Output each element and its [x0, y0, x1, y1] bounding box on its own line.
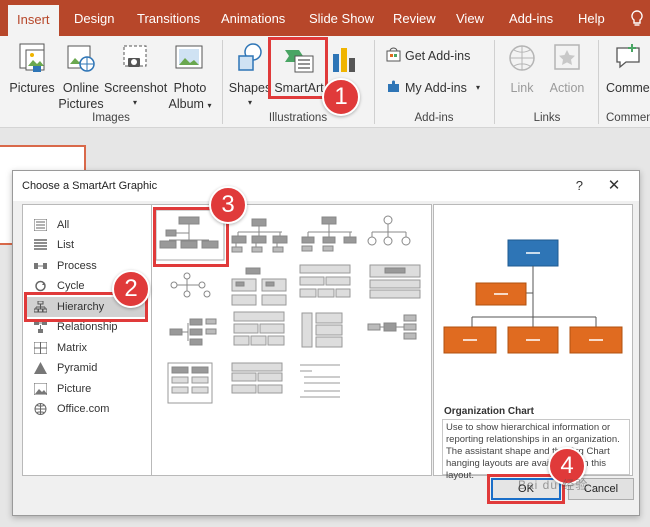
links-group-label: Links — [533, 112, 561, 124]
powerpoint-window: Insert Design Transitions Animations Sli… — [0, 0, 650, 527]
get-add-ins-label: Get Add-ins — [405, 49, 471, 63]
tab-review[interactable]: Review — [393, 0, 436, 36]
online-pictures-icon — [67, 45, 95, 72]
relationship-icon — [34, 321, 47, 333]
layout-labeled-hierarchy — [231, 267, 287, 306]
org-chart-preview — [443, 239, 623, 354]
category-office-com[interactable]: Office.com — [27, 399, 147, 419]
tab-add-ins[interactable]: Add-ins — [509, 0, 553, 36]
tab-help[interactable]: Help — [578, 0, 605, 36]
step-badge-3: 3 — [209, 186, 247, 224]
shapes-label: Shapes — [228, 81, 272, 95]
layout-architecture-layout — [233, 311, 285, 346]
get-add-ins-button[interactable]: Get Add-ins — [384, 46, 488, 66]
all-icon — [34, 219, 47, 231]
comment-icon — [616, 44, 640, 69]
shapes-button[interactable]: Shapes ▾ — [228, 40, 272, 107]
cycle-icon — [35, 280, 46, 292]
shapes-icon — [238, 43, 262, 71]
photo-label: Photo — [173, 81, 207, 95]
category-all[interactable]: All — [27, 215, 147, 235]
online-label-2: Pictures — [58, 97, 104, 111]
online-label-1: Online — [62, 81, 100, 95]
close-button[interactable]: ✕ — [599, 171, 629, 201]
chart-icon — [333, 48, 355, 72]
globe-icon — [34, 403, 47, 415]
preview-description: Use to show hierarchical information or … — [442, 419, 630, 481]
images-group-label: Images — [92, 112, 130, 124]
watermark: Bai du 经验 — [518, 478, 589, 492]
smartart-highlight — [268, 37, 328, 99]
tab-insert[interactable]: Insert — [8, 5, 59, 36]
group-divider — [598, 40, 599, 124]
comments-group-label: Commen — [606, 112, 650, 124]
store-icon — [386, 47, 401, 62]
category-list-item[interactable]: List — [27, 235, 147, 255]
action-icon — [554, 44, 580, 70]
ribbon-tab-bar: Insert Design Transitions Animations Sli… — [0, 0, 650, 36]
screenshot-button[interactable]: Screenshot ▾ — [104, 40, 168, 107]
layout-stacked-list — [369, 264, 421, 299]
comment-button[interactable]: Comme — [604, 40, 650, 100]
pyramid-icon — [34, 362, 47, 374]
tab-design[interactable]: Design — [74, 0, 114, 36]
action-label: Action — [549, 81, 585, 95]
photo-album-icon — [175, 45, 203, 69]
layout-radial-hierarchy — [367, 314, 417, 340]
picture-icon — [34, 383, 47, 395]
picture-icon — [19, 43, 45, 72]
my-add-ins-icon — [388, 80, 399, 92]
matrix-icon — [34, 342, 47, 354]
lightbulb-icon[interactable] — [630, 0, 644, 36]
category-picture[interactable]: Picture — [27, 379, 147, 399]
tab-view[interactable]: View — [456, 0, 484, 36]
link-label: Link — [510, 81, 534, 95]
link-icon — [509, 45, 535, 71]
pictures-label: Pictures — [9, 81, 55, 95]
online-pictures-button[interactable]: Online Pictures — [58, 40, 104, 112]
screenshot-label: Screenshot — [104, 81, 168, 95]
step-badge-2: 2 — [112, 270, 150, 308]
action-button[interactable]: Action — [542, 40, 592, 100]
list-icon — [34, 239, 47, 250]
layout-circle-picture-hierarchy — [367, 215, 411, 246]
comment-label: Comme — [606, 81, 650, 95]
layout-hierarchy-list — [167, 362, 213, 404]
group-divider — [374, 40, 375, 124]
add-ins-group-label: Add-ins — [414, 112, 454, 124]
tab-transitions[interactable]: Transitions — [137, 0, 200, 36]
layout-text-hierarchy — [300, 364, 340, 398]
preview-pane: Organization Chart Use to show hierarchi… — [433, 204, 633, 481]
photo-album-button[interactable]: Photo Album ▾ — [166, 40, 214, 112]
layout-horizontal-org-chart — [169, 318, 217, 346]
my-add-ins-label: My Add-ins — [405, 81, 467, 95]
layout-horizontal-hierarchy-circles — [170, 272, 211, 298]
layout-half-circle-chart — [301, 216, 357, 252]
layout-lined-list — [231, 362, 283, 394]
pictures-button[interactable]: Pictures — [8, 40, 56, 100]
dialog-title: Choose a SmartArt Graphic — [13, 171, 639, 201]
category-pyramid[interactable]: Pyramid — [27, 358, 147, 378]
tab-slide-show[interactable]: Slide Show — [309, 0, 374, 36]
category-list: All List Process Cycle Hierarchy Relatio… — [22, 204, 152, 476]
smartart-dialog: Choose a SmartArt Graphic ? ✕ All List P… — [12, 170, 640, 516]
category-matrix[interactable]: Matrix — [27, 338, 147, 358]
step-badge-1: 1 — [322, 78, 360, 116]
link-button[interactable]: Link — [502, 40, 542, 100]
help-button[interactable]: ? — [576, 171, 583, 201]
process-icon — [34, 263, 47, 269]
group-divider — [494, 40, 495, 124]
preview-title: Organization Chart — [444, 406, 535, 417]
screenshot-icon — [123, 45, 147, 67]
my-add-ins-button[interactable]: My Add-ins ▾ — [384, 78, 488, 98]
layout-table-hierarchy — [299, 264, 351, 298]
layout-name-and-title-chart — [231, 218, 288, 253]
group-divider — [222, 40, 223, 124]
tab-animations[interactable]: Animations — [221, 0, 285, 36]
layout-vertical-hierarchy — [301, 312, 343, 348]
